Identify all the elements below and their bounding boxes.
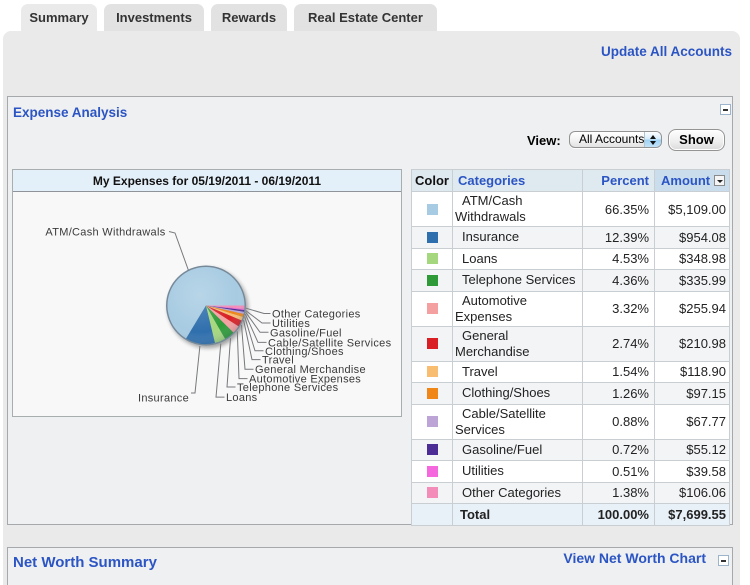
svg-text:Insurance: Insurance bbox=[138, 393, 189, 405]
svg-text:ATM/Cash Withdrawals: ATM/Cash Withdrawals bbox=[45, 227, 165, 239]
svg-text:Loans: Loans bbox=[226, 392, 258, 404]
